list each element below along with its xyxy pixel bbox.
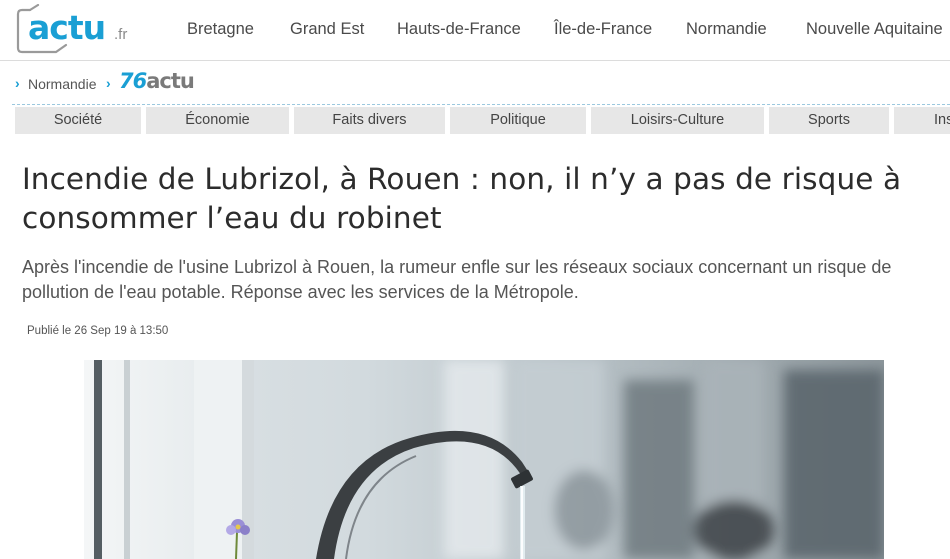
article-title: Incendie de Lubrizol, à Rouen : non, il … (22, 162, 902, 235)
region-link-normandie[interactable]: Normandie (686, 20, 767, 39)
logo-tld: .fr (114, 26, 128, 43)
region-link-hauts-de-france[interactable]: Hauts-de-France (397, 20, 521, 39)
category-tab-more[interactable]: Ins (894, 107, 950, 134)
local-site-suffix: actu (146, 69, 195, 93)
category-nav: Société Économie Faits divers Politique … (0, 107, 950, 134)
category-tab-societe[interactable]: Société (15, 107, 141, 134)
region-link-bretagne[interactable]: Bretagne (187, 20, 254, 39)
chevron-right-icon: › (15, 75, 20, 91)
region-link-ile-de-france[interactable]: Île-de-France (554, 20, 652, 39)
faucet-photo (84, 360, 884, 559)
chevron-right-icon: › (106, 75, 111, 91)
site-logo[interactable]: actu .fr (16, 4, 134, 54)
category-tab-loisirs-culture[interactable]: Loisirs-Culture (591, 107, 764, 134)
publish-date: Publié le 26 Sep 19 à 13:50 (27, 325, 169, 337)
breadcrumb-local-site-logo[interactable]: 76actu (119, 69, 195, 93)
category-tab-economie[interactable]: Économie (146, 107, 289, 134)
local-site-number: 76 (119, 69, 147, 93)
site-header: actu .fr Bretagne Grand Est Hauts-de-Fra… (0, 0, 950, 61)
article-lead: Après l'incendie de l'usine Lubrizol à R… (22, 257, 892, 302)
category-tab-sports[interactable]: Sports (769, 107, 889, 134)
breadcrumb-region-link[interactable]: Normandie (28, 76, 96, 92)
region-link-nouvelle-aquitaine[interactable]: Nouvelle Aquitaine (806, 20, 943, 39)
category-tab-faits-divers[interactable]: Faits divers (294, 107, 445, 134)
region-link-grand-est[interactable]: Grand Est (290, 20, 364, 39)
article-hero-image (84, 360, 884, 559)
category-tab-politique[interactable]: Politique (450, 107, 586, 134)
logo-wordmark: actu (28, 8, 106, 47)
breadcrumb: › Normandie › 76actu (12, 62, 950, 105)
